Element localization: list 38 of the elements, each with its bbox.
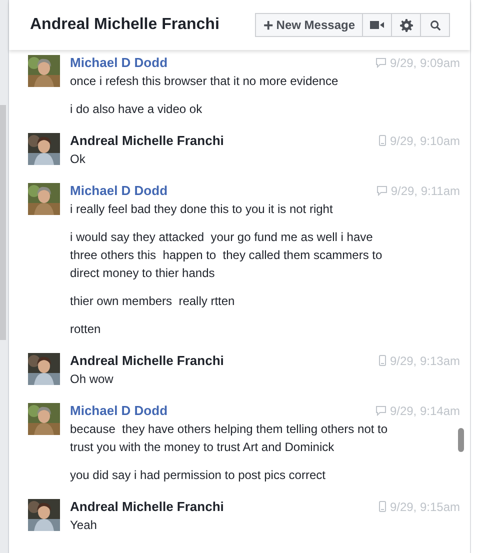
conversation-title: Andreal Michelle Franchi (30, 16, 220, 34)
message-text: i really feel bad they done this to you it is not right (70, 201, 334, 218)
message-text: Ok (70, 151, 86, 168)
sender-name[interactable]: Michael D Dodd (70, 403, 168, 418)
search-button[interactable] (420, 13, 450, 37)
phone-icon (378, 501, 386, 512)
chat-bubble-icon (376, 58, 386, 68)
sender-name[interactable]: Andreal Michelle Franchi (70, 499, 224, 514)
message-text: Oh wow (70, 371, 114, 388)
sender-name[interactable]: Andreal Michelle Franchi (70, 353, 224, 368)
gear-icon (400, 18, 412, 32)
message-text: because they have others helping them telling others not to trust you with the money to trust Art and Dominick (70, 421, 389, 456)
message-text: thier own members really rtten (70, 293, 236, 310)
message-text: Yeah (70, 517, 98, 534)
message-text: once i refesh this browser that it no more evidence (70, 73, 340, 90)
chat-bubble-icon (376, 186, 387, 196)
message-text: i would say they attacked your go fund me as well i have three others this happen to they called them scammers to direct money to thier hands (70, 229, 384, 282)
new-message-button[interactable]: + New Message (255, 13, 363, 37)
chat-bubble-icon (376, 406, 386, 416)
sender-name[interactable]: Andreal Michelle Franchi (70, 133, 224, 148)
message-time: 9/29, 9:10am (390, 134, 460, 148)
message-time: 9/29, 9:11am (390, 184, 460, 198)
phone-icon (378, 355, 386, 366)
video-call-button[interactable] (362, 13, 392, 37)
settings-button[interactable] (391, 13, 421, 37)
sender-name[interactable]: Michael D Dodd (70, 183, 168, 198)
message-text: i do also have a video ok (70, 101, 204, 118)
message-text: you did say i had permission to post pics correct (70, 467, 326, 484)
message-time: 9/29, 9:14am (390, 404, 460, 418)
phone-icon (378, 135, 386, 146)
sender-name[interactable]: Michael D Dodd (70, 55, 168, 70)
scrollbar-thumb[interactable] (458, 428, 464, 452)
search-icon (430, 20, 440, 30)
message-time: 9/29, 9:13am (390, 354, 460, 368)
message-time: 9/29, 9:15am (390, 500, 460, 514)
video-camera-icon (370, 20, 384, 30)
message-text: rotten (70, 321, 102, 338)
message-time: 9/29, 9:09am (390, 56, 460, 70)
